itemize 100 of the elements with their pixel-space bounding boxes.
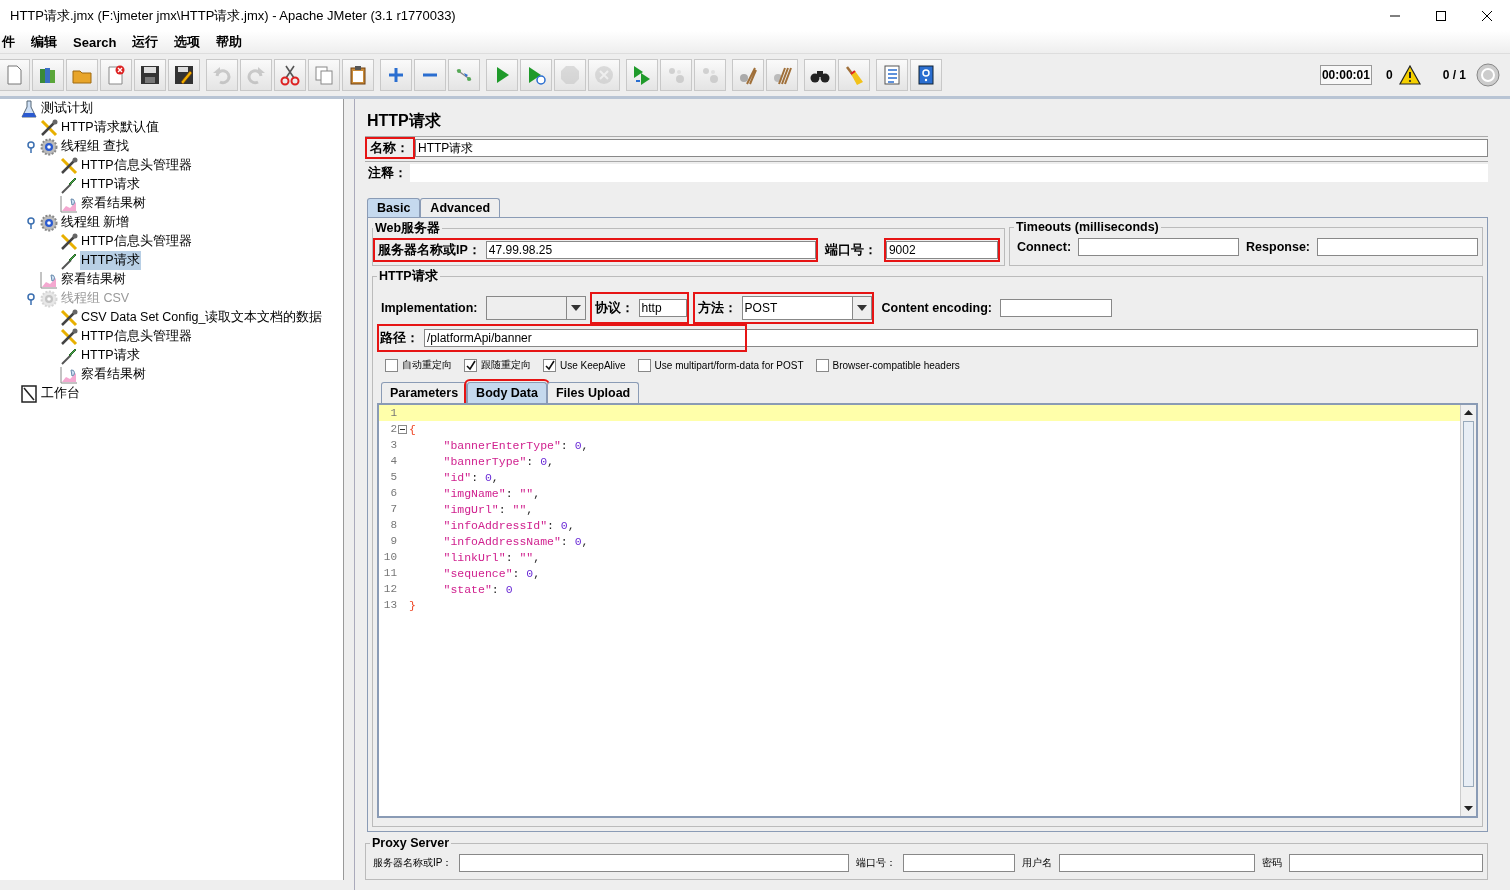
start-icon[interactable] [486, 59, 518, 91]
code-line: "bannerEnterType": 0, [442, 438, 589, 452]
clear-all-icon[interactable] [766, 59, 798, 91]
tree-node[interactable]: HTTP信息头管理器 [80, 232, 193, 251]
field-label: 方法： [696, 299, 738, 317]
code-line: "sequence": 0, [442, 566, 541, 580]
paste-icon[interactable] [342, 59, 374, 91]
checkbox-label: Browser-compatible headers [832, 359, 960, 371]
notepad-icon [20, 384, 38, 403]
code-line: "state": 0 [442, 582, 513, 596]
elapsed-time: 00:00:01 [1319, 65, 1372, 85]
start-no-pause-icon[interactable] [520, 59, 552, 91]
toggle-icon[interactable] [448, 59, 480, 91]
tree-node[interactable]: 工作台 [40, 384, 81, 403]
tree-node[interactable]: 线程组 新增 [60, 213, 131, 232]
response-field[interactable] [1317, 238, 1478, 256]
tree-node[interactable]: HTTP信息头管理器 [80, 156, 193, 175]
remote-start-icon[interactable] [626, 59, 658, 91]
collapse-icon[interactable] [414, 59, 446, 91]
line-number: 5 [389, 470, 397, 485]
close-icon[interactable] [1481, 9, 1493, 22]
menu-item[interactable]: Search [71, 34, 119, 50]
maximize-icon[interactable] [1435, 9, 1447, 22]
tree-node[interactable]: 察看结果树 [60, 270, 127, 289]
code-line: "bannerType": 0, [442, 454, 554, 468]
group-title: Web服务器 [374, 220, 442, 237]
field-label: 协议： [593, 299, 635, 317]
tree-node[interactable]: HTTP请求默认值 [60, 118, 160, 137]
fold-icon[interactable] [398, 424, 407, 434]
menu-item[interactable]: 编辑 [29, 33, 59, 51]
protocol-field[interactable]: http [638, 299, 687, 317]
proxy-field[interactable] [459, 854, 850, 872]
checkbox[interactable] [543, 358, 556, 372]
checkbox[interactable] [637, 358, 651, 372]
connect-field[interactable] [1078, 238, 1240, 256]
tree-node[interactable]: 测试计划 [40, 99, 94, 118]
menu-item[interactable]: 选项 [172, 33, 203, 51]
field-label: Content encoding: [880, 301, 993, 315]
menu-item[interactable]: 帮助 [214, 33, 245, 51]
field-label: 端口号： [855, 856, 898, 870]
tab[interactable]: Basic [367, 198, 421, 217]
menu-item[interactable]: 运行 [130, 33, 161, 51]
cut-icon[interactable] [274, 59, 306, 91]
proxy-field[interactable] [1059, 854, 1256, 872]
tree-node[interactable]: 察看结果树 [80, 194, 147, 213]
remote-status-icon [1476, 63, 1500, 87]
tree-node[interactable]: 线程组 查找 [60, 137, 131, 156]
group-title: HTTP请求 [378, 268, 439, 285]
chart-icon [60, 365, 78, 384]
checkbox[interactable] [385, 358, 398, 372]
line-number: 7 [389, 502, 397, 517]
encoding-field[interactable] [999, 299, 1112, 317]
panel-heading: HTTP请求 [367, 111, 442, 131]
field-label: 密码 [1261, 856, 1284, 870]
proxy-field[interactable] [903, 854, 1016, 872]
checkbox[interactable] [464, 358, 477, 372]
line-number: 11 [382, 566, 397, 581]
method-dropdown[interactable]: POST [741, 296, 872, 320]
tab[interactable]: Files Upload [546, 382, 640, 403]
line-number: 10 [382, 550, 397, 565]
line-number: 1 [389, 406, 397, 421]
line-number: 12 [382, 582, 397, 597]
tree-node[interactable]: HTTP请求 [80, 251, 141, 270]
path-field[interactable]: /platformApi/banner [424, 329, 1478, 347]
save-as-icon[interactable] [168, 59, 200, 91]
code-line: "imgName": "", [442, 486, 541, 500]
proxy-field[interactable] [1289, 854, 1483, 872]
code-line: "linkUrl": "", [442, 550, 541, 564]
port-field[interactable]: 9002 [885, 241, 998, 259]
gear-icon [40, 137, 58, 156]
tab[interactable]: Advanced [420, 198, 501, 217]
caret-icon[interactable] [570, 305, 581, 311]
new-icon[interactable] [0, 59, 30, 91]
field-label: Connect: [1015, 240, 1073, 254]
caret-icon[interactable] [856, 305, 867, 311]
tree-node[interactable]: HTTP请求 [80, 175, 141, 194]
expand-icon[interactable] [380, 59, 412, 91]
tab[interactable]: Parameters [381, 382, 468, 403]
search-icon[interactable] [804, 59, 836, 91]
gear-icon [40, 213, 58, 232]
open-icon[interactable] [66, 59, 98, 91]
tab[interactable]: Body Data [467, 382, 547, 403]
help-icon[interactable] [910, 59, 942, 91]
expand-handle-icon[interactable] [26, 216, 36, 229]
checkbox[interactable] [815, 358, 829, 372]
field-label: 用户名 [1021, 856, 1054, 870]
line-number: 9 [389, 534, 397, 549]
server-field[interactable]: 47.99.98.25 [485, 241, 816, 259]
line-number: 8 [389, 518, 397, 533]
line-number: 2 [389, 422, 397, 437]
gear-icon [40, 289, 58, 308]
menu-item[interactable]: 件 [0, 33, 17, 51]
save-icon[interactable] [134, 59, 166, 91]
name-field[interactable]: HTTP请求 [415, 139, 1488, 157]
code-line: } [408, 598, 416, 612]
expand-handle-icon[interactable] [26, 140, 36, 153]
clear-icon[interactable] [732, 59, 764, 91]
field-label: 路径： [379, 329, 420, 347]
templates-icon[interactable] [32, 59, 64, 91]
scrollbar[interactable] [1460, 405, 1476, 816]
